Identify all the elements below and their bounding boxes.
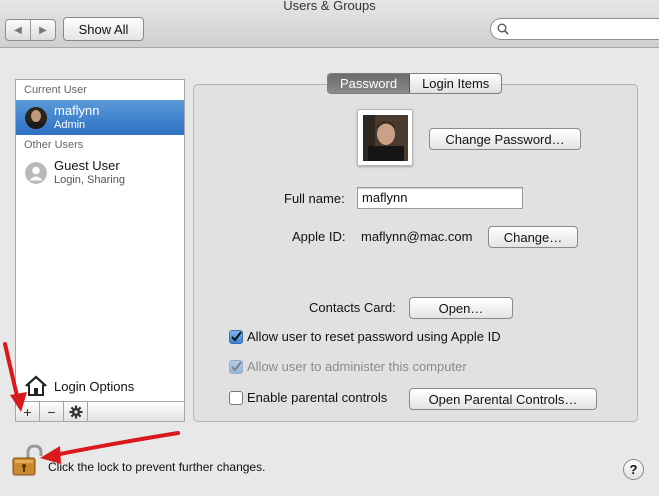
checkbox-checked[interactable] (229, 330, 243, 344)
allow-reset-password-label: Allow user to reset password using Apple… (247, 329, 501, 344)
guest-user-icon (25, 162, 47, 184)
window-title: Users & Groups (283, 0, 376, 13)
other-users-header: Other Users (24, 139, 84, 151)
user-photo (363, 115, 408, 161)
user-name: maflynn (54, 103, 100, 118)
open-parental-controls-button[interactable]: Open Parental Controls… (409, 388, 597, 410)
window-titlebar: Users & Groups ◀ ▶ Show All (0, 0, 659, 48)
change-password-button[interactable]: Change Password… (429, 128, 581, 150)
apple-id-label: Apple ID: (292, 229, 346, 244)
action-menu-button[interactable] (64, 402, 88, 421)
show-all-button[interactable]: Show All (63, 17, 144, 41)
search-icon (497, 23, 509, 35)
forward-arrow-icon[interactable]: ▶ (31, 20, 55, 40)
login-options-label: Login Options (54, 379, 135, 394)
user-role: Admin (54, 119, 86, 131)
avatar (25, 107, 47, 129)
lock-status-text: Click the lock to prevent further change… (48, 460, 266, 474)
help-button[interactable]: ? (623, 459, 644, 480)
checkbox-checked-disabled (229, 360, 243, 374)
user-list-toolbar: + − (15, 402, 185, 422)
enable-parental-controls-label: Enable parental controls (247, 390, 388, 405)
unlocked-padlock-icon (12, 444, 43, 476)
tab-password[interactable]: Password (328, 74, 411, 93)
full-name-label: Full name: (284, 191, 345, 206)
allow-administer-checkbox: Allow user to administer this computer (229, 359, 509, 375)
remove-user-button[interactable]: − (40, 402, 64, 421)
login-options-item[interactable]: Login Options (16, 371, 184, 401)
user-list[interactable]: Current User maflynn Admin Other Users G… (15, 79, 185, 402)
search-field[interactable] (490, 18, 659, 40)
contacts-card-label: Contacts Card: (309, 300, 396, 315)
allow-administer-label: Allow user to administer this computer (247, 359, 467, 374)
add-user-button[interactable]: + (16, 402, 40, 421)
list-item-current-user[interactable]: maflynn Admin (16, 100, 184, 135)
user-picture[interactable] (357, 109, 413, 166)
checkbox-unchecked[interactable] (229, 391, 243, 405)
checkmark-icon (231, 331, 242, 342)
allow-reset-password-checkbox[interactable]: Allow user to reset password using Apple… (229, 329, 539, 345)
back-forward-control[interactable]: ◀ ▶ (5, 19, 56, 41)
list-item-guest-user[interactable]: Guest User Login, Sharing (16, 155, 184, 190)
guest-user-detail: Login, Sharing (54, 174, 125, 186)
change-apple-id-button[interactable]: Change… (488, 226, 578, 248)
full-name-field[interactable]: maflynn (357, 187, 523, 209)
current-user-header: Current User (24, 84, 87, 96)
open-contacts-card-button[interactable]: Open… (409, 297, 513, 319)
checkmark-icon (231, 361, 242, 372)
tab-bar: Password Login Items (327, 73, 503, 94)
enable-parental-controls-checkbox[interactable]: Enable parental controls (229, 390, 409, 406)
back-arrow-icon[interactable]: ◀ (6, 20, 31, 40)
house-icon (25, 375, 47, 396)
lock-button[interactable] (11, 444, 43, 477)
gear-icon (69, 405, 82, 418)
tab-login-items[interactable]: Login Items (410, 74, 501, 93)
guest-user-name: Guest User (54, 158, 120, 173)
apple-id-value: maflynn@mac.com (361, 229, 473, 244)
